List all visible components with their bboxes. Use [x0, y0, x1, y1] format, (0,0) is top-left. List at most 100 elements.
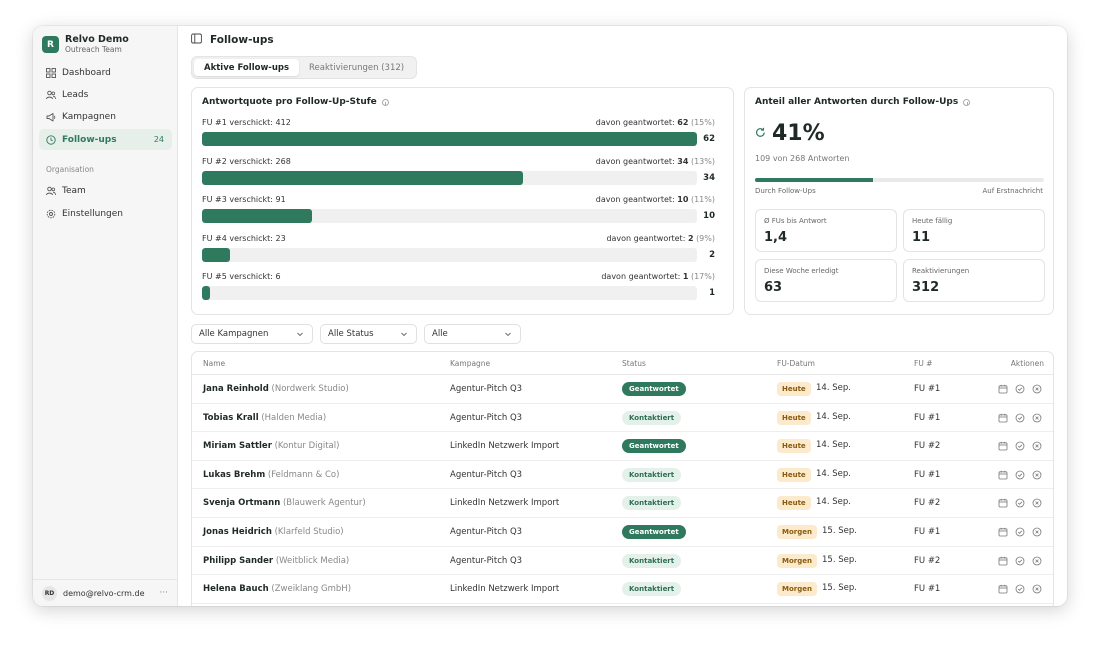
table-row[interactable]: Helena Bauch (Zweiklang GmbH) LinkedIn Ne…	[192, 575, 1053, 604]
row-fu-number: FU #1	[914, 469, 941, 480]
filter-value: Alle Status	[328, 329, 374, 339]
lead-company: (Halden Media)	[261, 412, 327, 423]
close-circle-icon[interactable]	[1032, 384, 1042, 394]
row-name[interactable]: Jonas Heidrich (Klarfeld Studio)	[203, 527, 344, 537]
row-actions	[991, 498, 1042, 508]
fu-answered-text: davon geantwortet: 34 (13%)	[596, 157, 715, 166]
fu-bar-fill	[202, 247, 231, 262]
row-date: 15. Sep.	[822, 554, 857, 565]
fu-answered-count: 1	[682, 272, 689, 281]
user-menu[interactable]: RD demo@relvo-crm.de ···	[33, 579, 178, 606]
calendar-icon[interactable]	[998, 527, 1008, 537]
sidebar-item-dashboard[interactable]: Dashboard	[39, 62, 172, 83]
clock-icon	[46, 134, 56, 145]
fu-answered-count: 2	[687, 233, 694, 243]
stat-label: Reaktivierungen	[912, 267, 970, 275]
stat-due-today: Heute fällig 11	[903, 209, 1045, 252]
table-row[interactable]: Lukas Brehm (Feldmann & Co) Agentur-Pitch…	[192, 461, 1053, 490]
row-campaign: LinkedIn Netzwerk Import	[450, 498, 560, 509]
col-header-date[interactable]: FU-Datum	[777, 359, 815, 368]
fu-bar-fill	[202, 170, 523, 185]
campaign-filter-select[interactable]: Alle Kampagnen	[191, 324, 313, 344]
stat-reactivations: Reaktivierungen 312	[903, 259, 1045, 302]
table-row[interactable]: Tobias Krall (Halden Media) Agentur-Pitch…	[192, 404, 1053, 433]
status-filter-select[interactable]: Alle Status	[320, 324, 417, 344]
col-header-campaign[interactable]: Kampagne	[450, 359, 490, 368]
main-content: Follow-ups Aktive Follow-ups Reaktivieru…	[179, 26, 1067, 606]
check-circle-icon[interactable]	[1015, 527, 1025, 537]
row-fu-number: FU #1	[914, 412, 941, 423]
more-icon[interactable]: ···	[159, 588, 168, 598]
close-circle-icon[interactable]	[1032, 527, 1042, 537]
sidebar-item-team[interactable]: Team	[39, 180, 172, 201]
row-campaign: Agentur-Pitch Q3	[450, 469, 523, 480]
calendar-icon[interactable]	[998, 584, 1008, 594]
row-name[interactable]: Lukas Brehm (Feldmann & Co)	[203, 470, 339, 480]
sidebar-item-einstellungen[interactable]: Einstellungen	[39, 203, 172, 224]
row-name[interactable]: Jana Reinhold (Nordwerk Studio)	[203, 384, 349, 394]
col-header-status[interactable]: Status	[622, 359, 646, 368]
col-header-fu[interactable]: FU #	[914, 359, 932, 368]
table-row[interactable]: Miriam Sattler (Kontur Digital) LinkedIn …	[192, 432, 1053, 461]
check-circle-icon[interactable]	[1015, 384, 1025, 394]
stat-value: 1,4	[764, 230, 788, 245]
check-circle-icon[interactable]	[1015, 470, 1025, 480]
info-icon[interactable]	[381, 98, 389, 106]
tab-aktive-follow-ups[interactable]: Aktive Follow-ups	[194, 59, 300, 76]
table-row[interactable]: Jonas Heidrich (Klarfeld Studio) Agentur-…	[192, 518, 1053, 547]
check-circle-icon[interactable]	[1015, 584, 1025, 594]
table-row[interactable]: Philipp Sander (Weitblick Media) Agentur-…	[192, 547, 1053, 576]
calendar-icon[interactable]	[998, 441, 1008, 451]
share-right-label: Auf Erstnachricht	[982, 187, 1043, 195]
users-icon	[46, 186, 56, 196]
page-title: Follow-ups	[210, 34, 274, 46]
close-circle-icon[interactable]	[1032, 556, 1042, 566]
brand[interactable]: R Relvo Demo Outreach Team	[42, 34, 129, 55]
row-name[interactable]: Helena Bauch (Zweiklang GmbH)	[203, 584, 351, 594]
sidebar-item-kampagnen[interactable]: Kampagnen	[39, 106, 172, 127]
sidebar-item-follow-ups[interactable]: Follow-ups 24	[39, 129, 172, 150]
close-circle-icon[interactable]	[1032, 498, 1042, 508]
row-campaign: Agentur-Pitch Q3	[450, 412, 523, 423]
row-name[interactable]: Philipp Sander (Weitblick Media)	[203, 556, 349, 566]
calendar-icon[interactable]	[998, 384, 1008, 394]
sidebar-toggle-icon[interactable]	[191, 33, 202, 47]
lead-name: Miriam Sattler	[203, 441, 272, 452]
card-title: Antwortquote pro Follow-Up-Stufe	[202, 97, 389, 107]
check-circle-icon[interactable]	[1015, 498, 1025, 508]
status-badge: Geantwortet	[622, 525, 686, 539]
lead-company: (Zweiklang GmbH)	[271, 584, 352, 595]
check-circle-icon[interactable]	[1015, 441, 1025, 451]
row-name[interactable]: Svenja Ortmann (Blauwerk Agentur)	[203, 498, 366, 508]
row-name[interactable]: Tobias Krall (Halden Media)	[203, 413, 326, 423]
sidebar-item-label: Leads	[62, 89, 89, 100]
row-name[interactable]: Miriam Sattler (Kontur Digital)	[203, 441, 339, 451]
fu-answered-pct: (11%)	[690, 195, 715, 204]
date-filter-select[interactable]: Alle	[424, 324, 521, 344]
calendar-icon[interactable]	[998, 470, 1008, 480]
calendar-icon[interactable]	[998, 556, 1008, 566]
close-circle-icon[interactable]	[1032, 441, 1042, 451]
sidebar-item-leads[interactable]: Leads	[39, 84, 172, 105]
info-icon[interactable]	[963, 98, 971, 106]
lead-company: (Kontur Digital)	[274, 441, 340, 452]
check-circle-icon[interactable]	[1015, 556, 1025, 566]
calendar-icon[interactable]	[998, 413, 1008, 423]
status-badge: Kontaktiert	[622, 467, 682, 482]
close-circle-icon[interactable]	[1032, 470, 1042, 480]
fu-bar-fill	[202, 286, 210, 300]
share-subline: 109 von 268 Antworten	[755, 154, 850, 163]
close-circle-icon[interactable]	[1032, 413, 1042, 423]
table-row[interactable]: Jana Reinhold (Nordwerk Studio) Agentur-P…	[192, 375, 1053, 404]
calendar-icon[interactable]	[998, 498, 1008, 508]
gear-icon	[46, 209, 56, 219]
fu-stage-label: FU #4 verschickt: 23	[202, 233, 286, 243]
table-row[interactable]: Svenja Ortmann (Blauwerk Agentur) LinkedI…	[192, 489, 1053, 518]
tab-reaktivierungen[interactable]: Reaktivierungen (312)	[299, 59, 414, 76]
col-header-name[interactable]: Name	[203, 359, 225, 368]
fu-answered-count: 62	[677, 118, 689, 127]
close-circle-icon[interactable]	[1032, 584, 1042, 594]
check-circle-icon[interactable]	[1015, 413, 1025, 423]
row-campaign: LinkedIn Netzwerk Import	[450, 441, 560, 452]
sidebar-item-label: Dashboard	[62, 67, 111, 78]
